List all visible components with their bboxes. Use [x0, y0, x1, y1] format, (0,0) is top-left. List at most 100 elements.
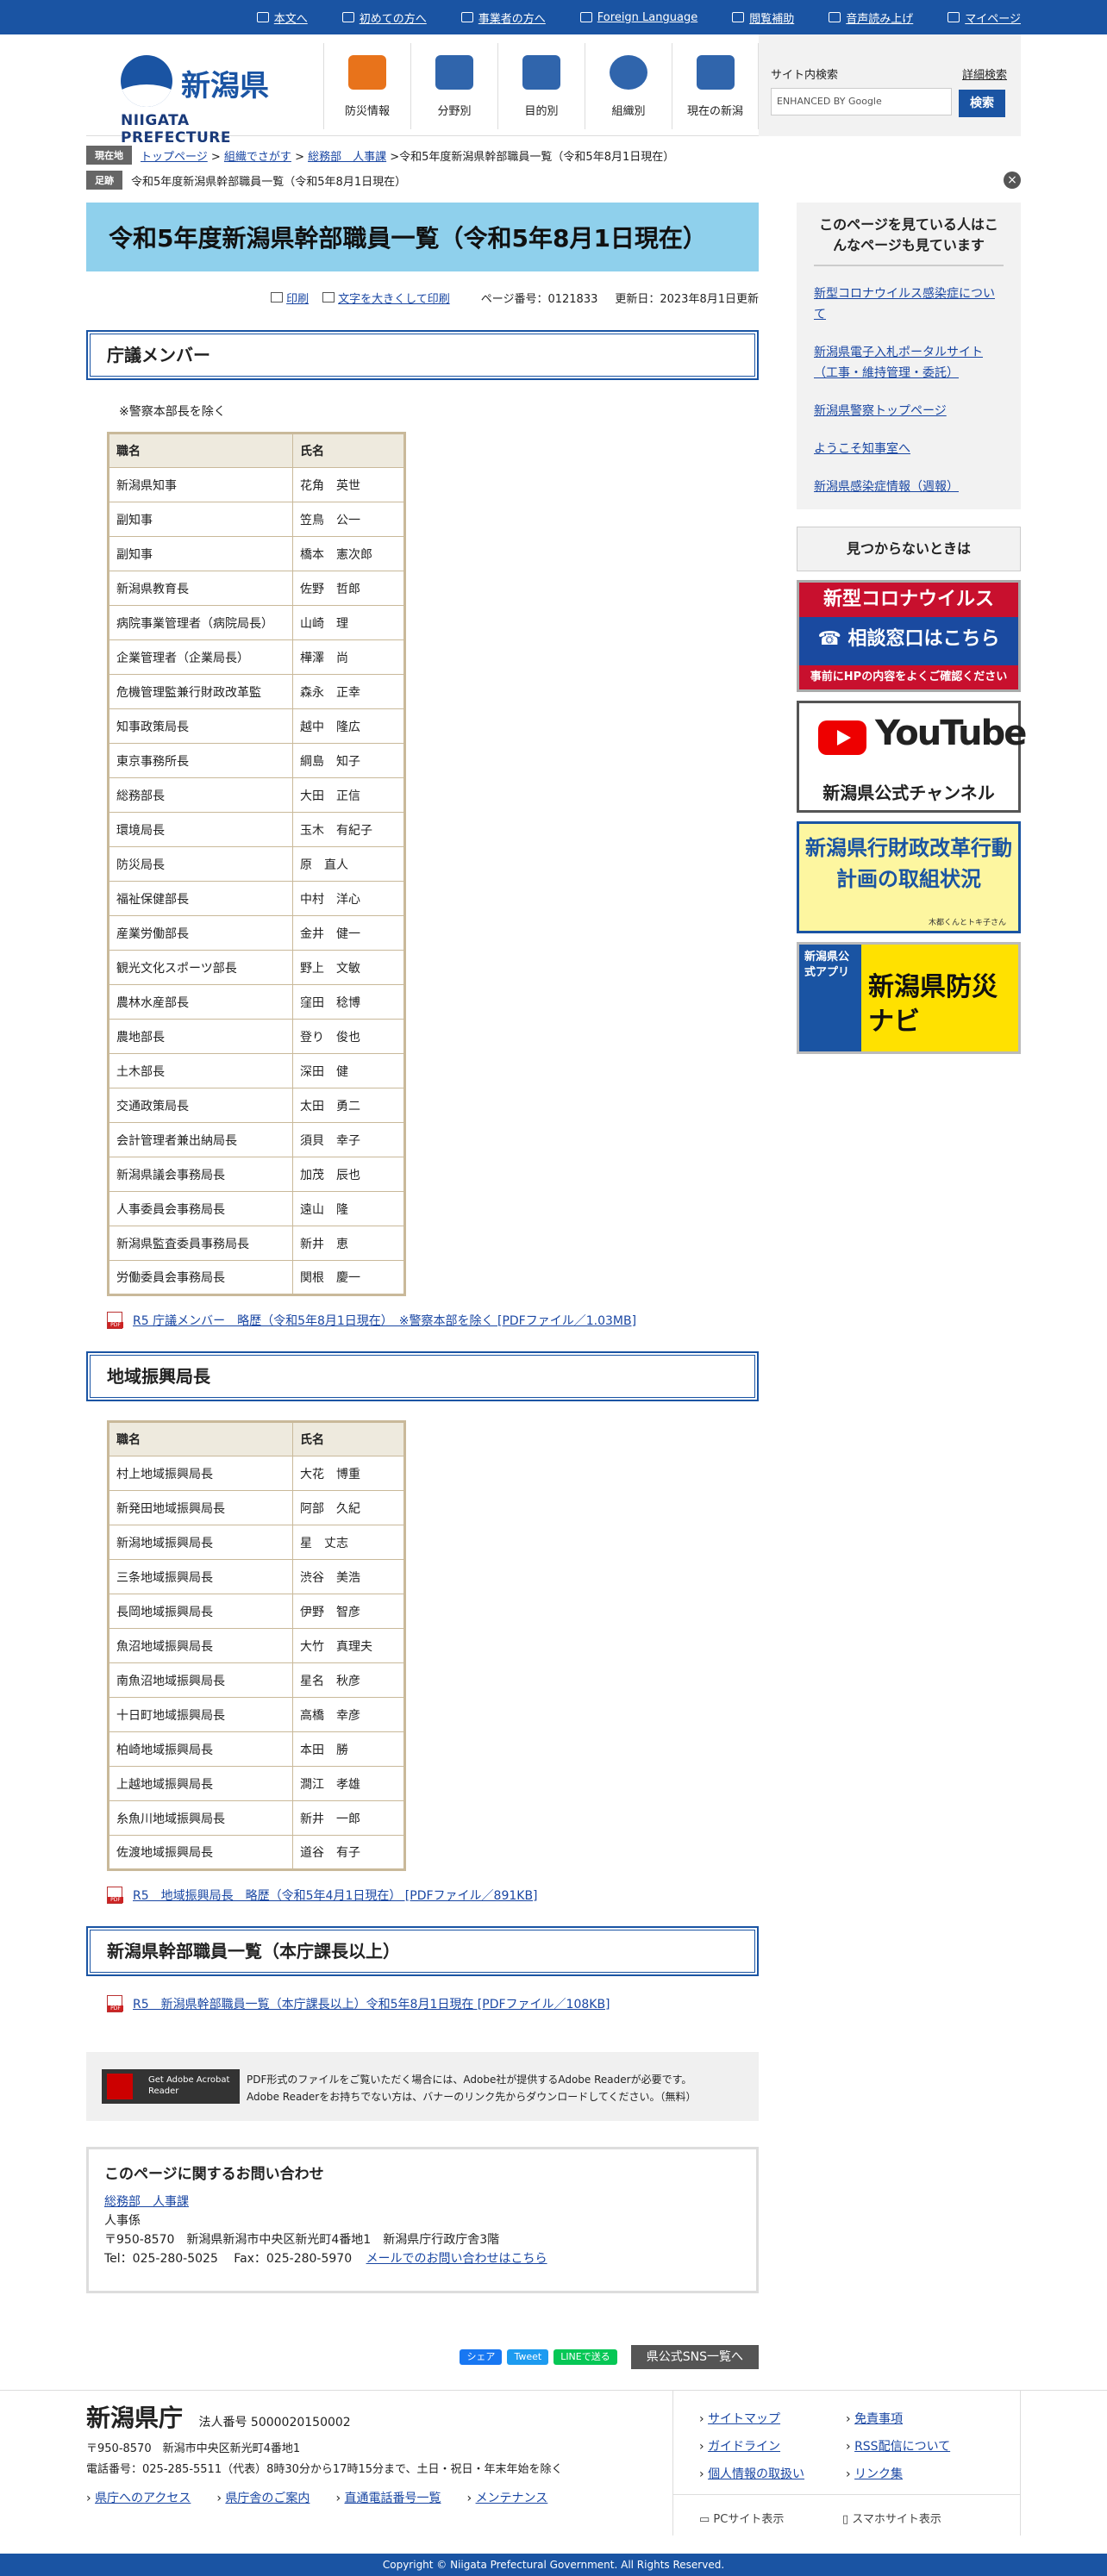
people-icon	[522, 55, 560, 90]
table-header-row: 職名 氏名	[108, 1421, 405, 1456]
breadcrumb-link[interactable]: 組織でさがす	[224, 151, 291, 164]
pc-site-link[interactable]: ▭ PCサイト表示	[699, 2510, 784, 2526]
job-title-cell: 観光文化スポーツ部長	[108, 950, 293, 985]
footer-nav-item: › ガイドライン	[699, 2440, 781, 2454]
util-link[interactable]: 本文へ	[274, 9, 308, 26]
facebook-share-button[interactable]: シェア	[460, 2349, 503, 2365]
footer-link[interactable]: メンテナンス	[476, 2492, 548, 2505]
person-name-cell: 澗江 孝雄	[292, 1766, 405, 1801]
table-row: 三条地域振興局長 渋谷 美浩	[108, 1559, 405, 1594]
footer-nav-link[interactable]: サイトマップ	[708, 2412, 780, 2426]
util-link[interactable]: 音声読み上げ	[846, 9, 913, 26]
footer-nav-link[interactable]: 個人情報の取扱い	[708, 2467, 804, 2481]
contact-mail-link[interactable]: メールでのお問い合わせはこちら	[366, 2252, 547, 2266]
footer-link[interactable]: 県庁へのアクセス	[95, 2492, 191, 2505]
footer-link[interactable]: 県庁舎のご案内	[225, 2492, 310, 2505]
util-link-item[interactable]: 音声読み上げ	[829, 9, 913, 26]
bigtext-icon	[322, 292, 335, 303]
person-name-cell: 大田 正信	[292, 777, 405, 813]
not-found-button[interactable]: 見つからないときは	[797, 527, 1021, 571]
related-link[interactable]: ようこそ知事室へ	[814, 442, 910, 456]
util-link[interactable]: Foreign Language	[597, 11, 697, 24]
folder-icon	[948, 12, 960, 22]
print-link[interactable]: 印刷	[286, 290, 309, 306]
util-link-item[interactable]: Foreign Language	[579, 11, 697, 24]
search-button[interactable]: 検索	[959, 90, 1005, 117]
section-heading-council: 庁議メンバー	[86, 330, 759, 380]
line-share-button[interactable]: LINEで送る	[554, 2349, 617, 2365]
util-link[interactable]: 事業者の方へ	[478, 9, 546, 26]
tweet-button[interactable]: Tweet	[507, 2349, 549, 2365]
util-link-item[interactable]: 初めての方へ	[341, 9, 427, 26]
job-title-cell: 新潟県知事	[108, 467, 293, 502]
footer-nav-link[interactable]: 免責事項	[854, 2412, 903, 2426]
close-icon[interactable]: ×	[1004, 172, 1021, 189]
table-row: 魚沼地域振興局長 大竹 真理夫	[108, 1628, 405, 1663]
site-logo[interactable]: 新潟県 NIIGATA PREFECTURE	[121, 52, 293, 147]
job-title-cell: 知事政策局長	[108, 708, 293, 744]
gnav-item[interactable]: 組織別	[585, 43, 672, 129]
util-link[interactable]: 初めての方へ	[360, 9, 427, 26]
pdf-icon	[107, 1995, 123, 2012]
smartphone-site-link[interactable]: ▯ スマホサイト表示	[842, 2510, 941, 2526]
job-title-cell: 危機管理監兼行財政改革監	[108, 674, 293, 709]
job-title-cell: 副知事	[108, 502, 293, 537]
flag-icon	[348, 55, 386, 90]
related-link[interactable]: 新潟県電子入札ポータルサイト（工事・維持管理・委託）	[814, 346, 983, 380]
util-link-item[interactable]: 本文へ	[256, 9, 308, 26]
table-row: 土木部長 深田 健	[108, 1053, 405, 1088]
util-link-item[interactable]: 閲覧補助	[732, 9, 794, 26]
related-link[interactable]: 新潟県警察トップページ	[814, 404, 947, 418]
pdf-link-row: R5 新潟県幹部職員一覧（本庁課長以上）令和5年8月1日現在 [PDFファイル／…	[107, 1995, 759, 2012]
table-row: 新潟県知事 花角 英世	[108, 467, 405, 502]
breadcrumb-link[interactable]: トップページ	[141, 151, 208, 164]
covid-consult-banner[interactable]: 新型コロナウイルス ☎ 相談窓口はこちら 事前にHPの内容をよくご確認ください	[797, 580, 1021, 692]
breadcrumb-link[interactable]: 総務部 人事課	[308, 151, 386, 164]
util-link[interactable]: マイページ	[965, 9, 1021, 26]
gnav-item[interactable]: 目的別	[497, 43, 585, 129]
search-input[interactable]: ENHANCED BY Google	[771, 88, 952, 115]
sns-list-button[interactable]: 県公式SNS一覧へ	[630, 2345, 759, 2369]
footer-nav-link[interactable]: RSS配信について	[854, 2440, 950, 2454]
person-name-cell: 深田 健	[292, 1053, 405, 1088]
util-link-item[interactable]: マイページ	[948, 9, 1021, 26]
youtube-banner[interactable]: YouTube 新潟県公式チャンネル	[797, 701, 1027, 813]
related-link[interactable]: 新潟県感染症情報（週報）	[814, 480, 959, 494]
gnav-label: 分野別	[437, 105, 472, 118]
section-heading-executives: 新潟県幹部職員一覧（本庁課長以上）	[86, 1926, 759, 1976]
table-row: 労働委員会事務局長 関根 慶一	[108, 1260, 405, 1295]
footer-link[interactable]: 直通電話番号一覧	[345, 2492, 441, 2505]
gnav-item[interactable]: 分野別	[410, 43, 497, 129]
person-name-cell: 野上 文敏	[292, 950, 405, 985]
util-link-item[interactable]: 事業者の方へ	[460, 9, 546, 26]
footer-nav-link[interactable]: リンク集	[854, 2467, 903, 2481]
pdf-link-council[interactable]: R5 庁議メンバー 略歴（令和5年8月1日現在） ※警察本部を除く [PDFファ…	[133, 1312, 636, 1329]
updated-date: 更新日：2023年8月1日更新	[615, 292, 759, 306]
pdf-link-row: R5 庁議メンバー 略歴（令和5年8月1日現在） ※警察本部を除く [PDFファ…	[107, 1312, 759, 1329]
adobe-reader-badge[interactable]: Get Adobe Acrobat Reader	[102, 2069, 240, 2104]
gnav-item[interactable]: 防災情報	[323, 43, 410, 129]
pdf-link-regional[interactable]: R5 地域振興局長 略歴（令和5年4月1日現在） [PDFファイル／891KB]	[133, 1887, 538, 1904]
pdf-link-row: R5 地域振興局長 略歴（令和5年4月1日現在） [PDFファイル／891KB]	[107, 1887, 759, 1904]
table-row: 新発田地域振興局長 阿部 久紀	[108, 1490, 405, 1525]
gnav-item[interactable]: 現在の新潟	[672, 43, 759, 129]
contact-dept-link[interactable]: 総務部 人事課	[104, 2195, 189, 2209]
box-icon	[435, 55, 473, 90]
advanced-search-link[interactable]: 詳細検索	[962, 65, 1007, 82]
util-link[interactable]: 閲覧補助	[749, 9, 794, 26]
bigtext-print-link[interactable]: 文字を大きくして印刷	[338, 290, 450, 306]
bousai-navi-banner[interactable]: 新潟県公式アプリ 新潟県防災ナビ	[797, 942, 1021, 1054]
person-name-cell: 渋谷 美浩	[292, 1559, 405, 1594]
footer-nav-item: › リンク集	[846, 2467, 904, 2481]
print-icon	[271, 292, 284, 303]
contact-tel: Tel：025-280-5025 Fax：025-280-5970	[104, 2252, 353, 2266]
footer-nav-link[interactable]: ガイドライン	[708, 2440, 780, 2454]
pdf-link-executives[interactable]: R5 新潟県幹部職員一覧（本庁課長以上）令和5年8月1日現在 [PDFファイル／…	[133, 1995, 610, 2012]
breadcrumb-sep: >	[291, 150, 309, 164]
sns-share: シェア Tweet LINEで送る 県公式SNS一覧へ	[86, 2345, 759, 2369]
table-row: 総務部長 大田 正信	[108, 777, 405, 813]
job-title-cell: 新発田地域振興局長	[108, 1490, 293, 1525]
related-link[interactable]: 新型コロナウイルス感染症について	[814, 287, 995, 321]
reform-plan-banner[interactable]: 新潟県行財政改革行動計画の取組状況 木都くんとトキ子さん	[797, 821, 1021, 933]
table-row: 南魚沼地域振興局長 星名 秋彦	[108, 1662, 405, 1698]
